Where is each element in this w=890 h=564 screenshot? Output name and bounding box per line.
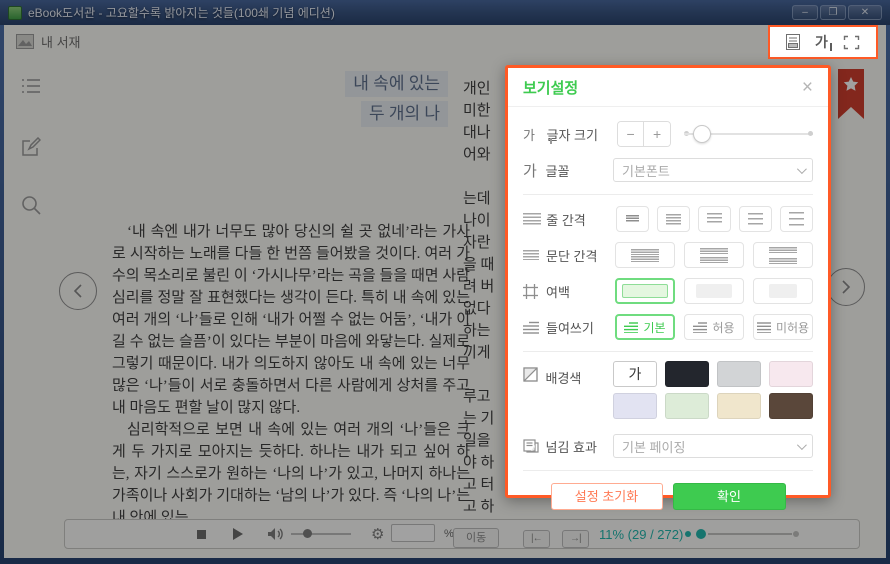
indent-icon bbox=[523, 321, 546, 334]
indent-label: 들여쓰기 bbox=[546, 318, 615, 337]
line-spacing-option-4[interactable] bbox=[739, 206, 772, 232]
font-size-increase-button[interactable]: + bbox=[644, 122, 670, 146]
font-family-value: 기본폰트 bbox=[622, 161, 670, 180]
reset-settings-button[interactable]: 설정 초기화 bbox=[551, 483, 663, 510]
background-color-swatch[interactable] bbox=[613, 393, 657, 419]
fullscreen-icon[interactable] bbox=[843, 35, 860, 50]
margin-icon bbox=[523, 284, 546, 299]
line-spacing-label: 줄 간격 bbox=[546, 210, 616, 229]
background-color-swatch[interactable] bbox=[665, 393, 709, 419]
viewer-page-icon[interactable] bbox=[786, 34, 800, 50]
chevron-down-icon bbox=[797, 440, 807, 450]
margin-option-3[interactable] bbox=[753, 278, 813, 304]
font-size-label: 글자 크기 bbox=[547, 125, 618, 144]
line-spacing-option-2[interactable] bbox=[657, 206, 690, 232]
font-family-icon: 가 bbox=[523, 160, 546, 181]
font-size-slider[interactable] bbox=[684, 125, 813, 143]
page-effect-value: 기본 페이징 bbox=[622, 437, 685, 456]
panel-close-icon[interactable]: × bbox=[802, 81, 813, 95]
font-size-decrease-button[interactable]: − bbox=[618, 122, 644, 146]
background-color-swatches: 가 bbox=[613, 361, 813, 419]
font-family-dropdown[interactable]: 기본폰트 bbox=[613, 158, 813, 182]
panel-title: 보기설정 bbox=[523, 77, 578, 98]
line-spacing-option-5[interactable] bbox=[780, 206, 813, 232]
line-spacing-option-3[interactable] bbox=[698, 206, 731, 232]
background-color-swatch[interactable] bbox=[717, 361, 761, 387]
margin-label: 여백 bbox=[546, 282, 615, 301]
line-spacing-option-1[interactable] bbox=[616, 206, 649, 232]
margin-option-2[interactable] bbox=[684, 278, 744, 304]
background-color-swatch[interactable] bbox=[717, 393, 761, 419]
chevron-down-icon bbox=[797, 164, 807, 174]
background-color-swatch[interactable]: 가 bbox=[613, 361, 657, 387]
view-toolbar-highlight: 가 bbox=[768, 25, 878, 59]
background-color-icon bbox=[523, 367, 546, 382]
page-effect-label: 넘김 효과 bbox=[546, 437, 614, 456]
paragraph-spacing-label: 문단 간격 bbox=[546, 246, 615, 265]
font-size-stepper: − + bbox=[617, 121, 671, 147]
ebook-reader-window: eBook도서관 - 고요할수록 밝아지는 것들(100쇄 기념 에디션) – … bbox=[0, 0, 890, 564]
background-color-swatch[interactable] bbox=[769, 393, 813, 419]
page-effect-dropdown[interactable]: 기본 페이징 bbox=[613, 434, 813, 458]
paragraph-spacing-option-1[interactable] bbox=[615, 242, 675, 268]
margin-option-1[interactable] bbox=[615, 278, 675, 304]
indent-option-allow[interactable]: 허용 bbox=[684, 314, 744, 340]
font-size-icon: 가 bbox=[523, 125, 547, 144]
font-size-slider-knob[interactable] bbox=[693, 125, 711, 143]
font-family-label: 글꼴 bbox=[546, 161, 614, 180]
paragraph-spacing-icon bbox=[523, 250, 546, 260]
background-color-swatch[interactable] bbox=[769, 361, 813, 387]
page-effect-icon bbox=[523, 439, 546, 453]
paragraph-spacing-option-3[interactable] bbox=[753, 242, 813, 268]
view-settings-font-icon[interactable]: 가 bbox=[815, 32, 828, 52]
paragraph-spacing-option-2[interactable] bbox=[684, 242, 744, 268]
background-color-swatch[interactable] bbox=[665, 361, 709, 387]
indent-option-disallow[interactable]: 미허용 bbox=[753, 314, 813, 340]
view-settings-panel: 보기설정 × 가 글자 크기 − + bbox=[505, 65, 831, 498]
line-spacing-icon bbox=[523, 213, 546, 226]
background-color-label: 배경색 bbox=[546, 368, 614, 387]
indent-option-default[interactable]: 기본 bbox=[615, 314, 675, 340]
confirm-button[interactable]: 확인 bbox=[673, 483, 786, 510]
